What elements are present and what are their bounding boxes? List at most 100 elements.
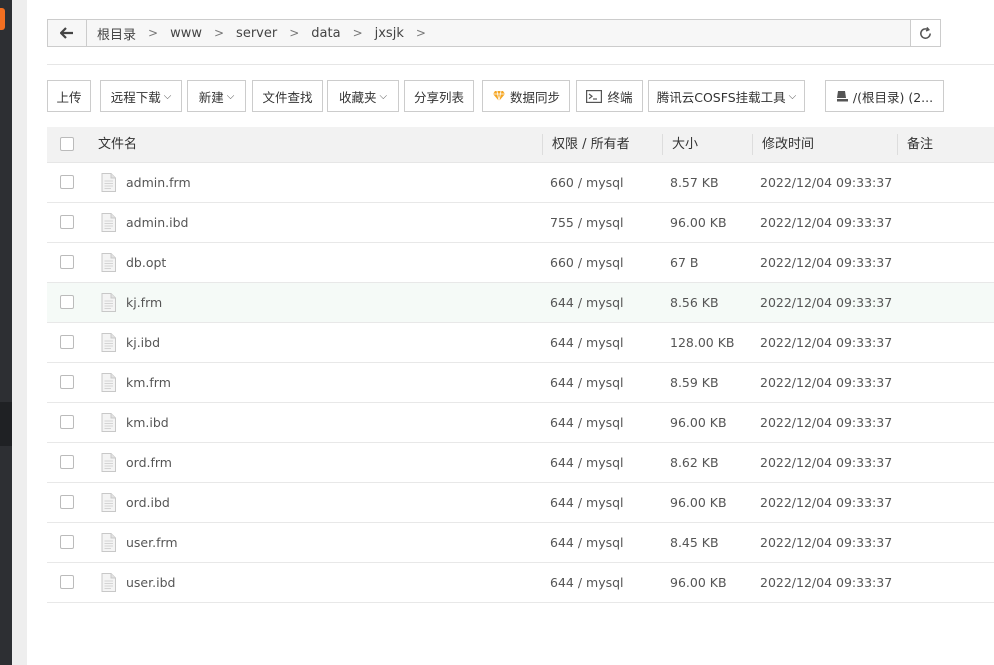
file-table: 文件名 权限 / 所有者 大小 修改时间 备注 admin.frm 660 / m… (47, 127, 994, 603)
file-icon (101, 533, 116, 552)
remote-download-button[interactable]: 远程下载 ⌵ (100, 80, 182, 112)
row-checkbox[interactable] (60, 415, 74, 429)
file-mtime: 2022/12/04 09:33:37 (760, 455, 893, 470)
row-checkbox[interactable] (60, 295, 74, 309)
data-sync-button[interactable]: 数据同步 (482, 80, 570, 112)
file-permission[interactable]: 644 / mysql (550, 403, 624, 442)
row-checkbox[interactable] (60, 215, 74, 229)
file-size: 67 B (670, 255, 699, 270)
disk-selector-button[interactable]: /(根目录) (2... (825, 80, 944, 112)
terminal-button[interactable]: 终端 (576, 80, 643, 112)
file-name[interactable]: admin.ibd (126, 203, 188, 242)
favorites-label: 收藏夹 (338, 89, 377, 105)
table-row[interactable]: admin.frm 660 / mysql 8.57 KB 2022/12/04 09… (47, 163, 994, 203)
file-permission[interactable]: 644 / mysql (550, 283, 624, 322)
breadcrumb-item[interactable]: www (166, 26, 206, 41)
file-name[interactable]: user.frm (126, 523, 178, 562)
column-divider (662, 134, 663, 155)
chevron-right-icon: > (415, 26, 426, 40)
file-name[interactable]: admin.frm (126, 163, 191, 202)
row-checkbox[interactable] (60, 535, 74, 549)
row-checkbox[interactable] (60, 375, 74, 389)
row-checkbox[interactable] (60, 255, 74, 269)
file-search-button[interactable]: 文件查找 (252, 80, 323, 112)
table-row[interactable]: kj.frm 644 / mysql 8.56 KB 2022/12/04 09:33… (47, 283, 994, 323)
terminal-icon (586, 89, 603, 103)
header-permission[interactable]: 权限 / 所有者 (552, 127, 630, 162)
column-divider (897, 134, 898, 155)
table-row[interactable]: ord.frm 644 / mysql 8.62 KB 2022/12/04 09:3… (47, 443, 994, 483)
table-row[interactable]: km.frm 644 / mysql 8.59 KB 2022/12/04 09:33… (47, 363, 994, 403)
upload-button[interactable]: 上传 (47, 80, 91, 112)
chevron-right-icon: > (289, 26, 300, 40)
share-list-button[interactable]: 分享列表 (404, 80, 474, 112)
row-checkbox[interactable] (60, 175, 74, 189)
disk-icon (836, 91, 848, 102)
table-row[interactable]: db.opt 660 / mysql 67 B 2022/12/04 09:33:37 (47, 243, 994, 283)
table-row[interactable]: user.frm 644 / mysql 8.45 KB 2022/12/04 09:… (47, 523, 994, 563)
table-header: 文件名 权限 / 所有者 大小 修改时间 备注 (47, 127, 994, 163)
header-note: 备注 (907, 137, 934, 152)
diamond-icon (492, 90, 505, 102)
file-size: 96.00 KB (670, 575, 727, 590)
terminal-label: 终端 (607, 89, 633, 105)
chevron-down-icon: ⌵ (226, 90, 235, 102)
cosfs-mount-button[interactable]: 腾讯云COSFS挂载工具 ⌵ (648, 80, 805, 112)
file-permission[interactable]: 644 / mysql (550, 363, 624, 402)
select-all-checkbox[interactable] (60, 137, 74, 151)
new-button[interactable]: 新建 ⌵ (187, 80, 246, 112)
file-icon (101, 253, 116, 272)
back-button[interactable] (48, 20, 87, 46)
file-mtime: 2022/12/04 09:33:37 (760, 415, 893, 430)
refresh-icon (920, 26, 931, 39)
row-checkbox[interactable] (60, 335, 74, 349)
file-permission[interactable]: 644 / mysql (550, 483, 624, 522)
file-name[interactable]: kj.ibd (126, 323, 160, 362)
breadcrumb-item[interactable]: data (307, 26, 344, 41)
file-mtime: 2022/12/04 09:33:37 (760, 575, 893, 590)
arrow-left-icon (60, 27, 73, 39)
file-name[interactable]: ord.frm (126, 443, 172, 482)
file-name[interactable]: db.opt (126, 243, 166, 282)
table-row[interactable]: ord.ibd 644 / mysql 96.00 KB 2022/12/04 09:… (47, 483, 994, 523)
header-name[interactable]: 文件名 (98, 127, 137, 162)
file-icon (101, 213, 116, 232)
table-row[interactable]: kj.ibd 644 / mysql 128.00 KB 2022/12/04 09:… (47, 323, 994, 363)
file-permission[interactable]: 755 / mysql (550, 203, 624, 242)
file-permission[interactable]: 644 / mysql (550, 443, 624, 482)
remote-download-label: 远程下载 (110, 89, 161, 105)
row-checkbox[interactable] (60, 455, 74, 469)
file-mtime: 2022/12/04 09:33:37 (760, 215, 893, 230)
file-permission[interactable]: 644 / mysql (550, 323, 624, 362)
breadcrumb-item[interactable]: server (232, 26, 281, 41)
header-mtime[interactable]: 修改时间 (762, 127, 814, 162)
file-permission[interactable]: 660 / mysql (550, 163, 624, 202)
table-row[interactable]: user.ibd 644 / mysql 96.00 KB 2022/12/04 09… (47, 563, 994, 603)
file-mtime: 2022/12/04 09:33:37 (760, 375, 893, 390)
file-name[interactable]: kj.frm (126, 283, 162, 322)
file-mtime: 2022/12/04 09:33:37 (760, 535, 893, 550)
file-permission[interactable]: 644 / mysql (550, 563, 624, 602)
header-size[interactable]: 大小 (672, 127, 698, 162)
refresh-button[interactable] (910, 19, 941, 47)
row-checkbox[interactable] (60, 495, 74, 509)
breadcrumb: 根目录 > www > server > data > jxsjk > (87, 24, 434, 43)
table-row[interactable]: km.ibd 644 / mysql 96.00 KB 2022/12/04 09:3… (47, 403, 994, 443)
share-list-label: 分享列表 (413, 89, 464, 105)
file-permission[interactable]: 644 / mysql (550, 523, 624, 562)
file-name[interactable]: ord.ibd (126, 483, 170, 522)
file-permission[interactable]: 660 / mysql (550, 243, 624, 282)
sidebar-active-item[interactable] (0, 402, 12, 446)
file-name[interactable]: user.ibd (126, 563, 175, 602)
breadcrumb-item[interactable]: 根目录 (93, 24, 140, 43)
table-row[interactable]: admin.ibd 755 / mysql 96.00 KB 2022/12/04 0… (47, 203, 994, 243)
chevron-right-icon: > (213, 26, 225, 40)
cosfs-label: 腾讯云COSFS挂载工具 (656, 89, 786, 105)
file-name[interactable]: km.frm (126, 363, 171, 402)
row-checkbox[interactable] (60, 575, 74, 589)
breadcrumb-item[interactable]: jxsjk (371, 26, 408, 41)
favorites-button[interactable]: 收藏夹 ⌵ (327, 80, 399, 112)
file-size: 96.00 KB (670, 495, 727, 510)
file-icon (101, 333, 116, 352)
file-name[interactable]: km.ibd (126, 403, 169, 442)
